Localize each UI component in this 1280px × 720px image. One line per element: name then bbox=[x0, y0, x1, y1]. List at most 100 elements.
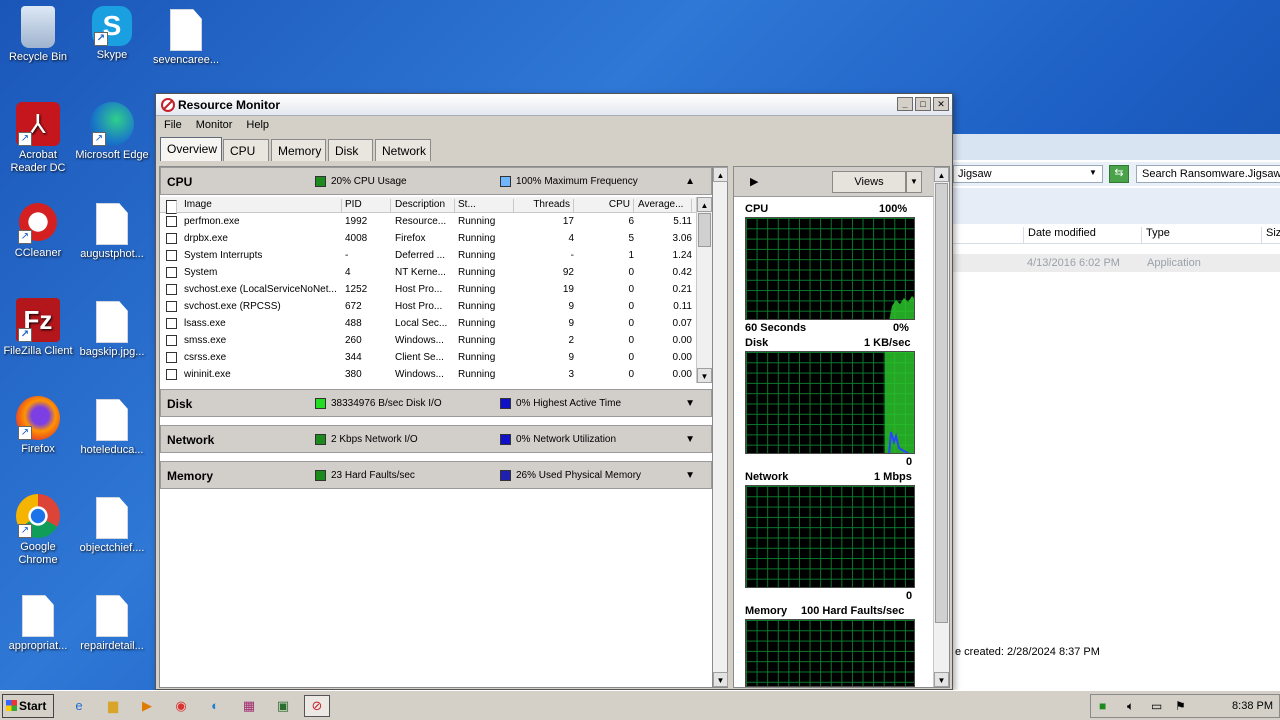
expand-arrow-icon[interactable]: ▼ bbox=[685, 434, 695, 445]
views-button[interactable]: Views bbox=[832, 171, 906, 193]
media-player-icon[interactable]: ▶ bbox=[134, 695, 160, 717]
table-row[interactable]: drpbx.exe 4008 Firefox Running 4 5 3.06 bbox=[160, 230, 700, 247]
scroll-down-icon[interactable]: ▼ bbox=[713, 672, 728, 687]
winrar-icon[interactable]: ▦ bbox=[236, 695, 262, 717]
row-checkbox[interactable] bbox=[166, 352, 177, 363]
column-average[interactable]: Average... bbox=[638, 199, 692, 213]
column-threads[interactable]: Threads bbox=[518, 199, 574, 213]
tab-overview[interactable]: Overview bbox=[160, 137, 222, 161]
row-checkbox[interactable] bbox=[166, 250, 177, 261]
minimize-button[interactable]: _ bbox=[897, 97, 913, 111]
expand-right-icon[interactable]: ▶ bbox=[750, 175, 758, 188]
desktop-icon[interactable]: bagskip.jpg... bbox=[74, 298, 150, 359]
tab-disk[interactable]: Disk bbox=[328, 139, 373, 161]
window-titlebar[interactable]: Resource Monitor _ □ ✕ bbox=[156, 94, 952, 116]
menu-monitor[interactable]: Monitor bbox=[196, 119, 233, 133]
disk-section-header[interactable]: Disk 38334976 B/sec Disk I/O 0% Highest … bbox=[160, 389, 712, 417]
table-row[interactable]: System Interrupts - Deferred ... Running - 1 1… bbox=[160, 247, 700, 264]
desktop-icon[interactable]: ↗ CCleaner bbox=[0, 200, 76, 260]
edge-icon[interactable]: ◐ bbox=[202, 695, 228, 717]
desktop-icon[interactable]: repairdetail... bbox=[74, 592, 150, 653]
column-description[interactable]: Description bbox=[395, 199, 455, 213]
row-checkbox[interactable] bbox=[166, 216, 177, 227]
scroll-up-icon[interactable]: ▲ bbox=[697, 197, 712, 212]
views-dropdown-icon[interactable]: ▼ bbox=[906, 171, 922, 193]
desktop-icon[interactable]: ↗ Google Chrome bbox=[0, 494, 76, 567]
scroll-down-icon[interactable]: ▼ bbox=[697, 368, 712, 383]
column-pid[interactable]: PID bbox=[345, 199, 391, 213]
row-checkbox[interactable] bbox=[166, 369, 177, 380]
table-row[interactable]: svchost.exe (LocalServiceNoNet... 1252 Hos… bbox=[160, 281, 700, 298]
scroll-thumb[interactable] bbox=[935, 183, 948, 623]
select-all-checkbox[interactable] bbox=[166, 200, 177, 214]
resource-monitor-taskbar-icon[interactable]: ⊘ bbox=[304, 695, 330, 717]
table-row[interactable]: lsass.exe 488 Local Sec... Running 9 0 0.07 bbox=[160, 315, 700, 332]
desktop-icon[interactable]: hoteleduca... bbox=[74, 396, 150, 457]
row-checkbox[interactable] bbox=[166, 335, 177, 346]
scroll-up-icon[interactable]: ▲ bbox=[934, 167, 949, 182]
action-center-flag-icon[interactable]: ⚑ bbox=[1175, 699, 1186, 713]
network-tray-icon[interactable]: ▭ bbox=[1151, 699, 1162, 713]
explorer-path-field[interactable]: Jigsaw bbox=[953, 165, 1103, 183]
table-row[interactable]: System 4 NT Kerne... Running 92 0 0.42 bbox=[160, 264, 700, 281]
desktop-icon[interactable]: Recycle Bin bbox=[0, 6, 76, 64]
graphs-scrollbar[interactable]: ▲ ▼ bbox=[933, 167, 949, 687]
resource-monitor-window[interactable]: Resource Monitor _ □ ✕ File Monitor Help… bbox=[155, 93, 953, 690]
table-row[interactable]: csrss.exe 344 Client Se... Running 9 0 0.00 bbox=[160, 349, 700, 366]
internet-explorer-icon[interactable]: e bbox=[66, 695, 92, 717]
row-checkbox[interactable] bbox=[166, 318, 177, 329]
menu-help[interactable]: Help bbox=[246, 119, 269, 133]
refresh-icon[interactable]: ⇆ bbox=[1109, 165, 1129, 183]
column-type[interactable]: Type bbox=[1141, 227, 1170, 243]
desktop-icon[interactable]: S ↗ Skype bbox=[74, 6, 150, 62]
desktop-icon[interactable]: sevencaree... bbox=[148, 6, 224, 67]
expand-arrow-icon[interactable]: ▼ bbox=[685, 470, 695, 481]
volume-icon[interactable]: 🔈︎ bbox=[1127, 699, 1134, 714]
table-row[interactable]: smss.exe 260 Windows... Running 2 0 0.00 bbox=[160, 332, 700, 349]
tab-memory[interactable]: Memory bbox=[271, 139, 326, 161]
row-checkbox[interactable] bbox=[166, 301, 177, 312]
clock[interactable]: 8:38 PM bbox=[1232, 700, 1273, 712]
explorer-window[interactable]: Jigsaw ▼ ⇆ Search Ransomware.Jigsaw Date… bbox=[950, 134, 1280, 690]
collapse-arrow-icon[interactable]: ▲ bbox=[685, 176, 695, 187]
chrome-icon[interactable]: ◉ bbox=[168, 695, 194, 717]
file-explorer-icon[interactable]: ▆ bbox=[100, 695, 126, 717]
desktop-icon[interactable]: Fz ↗ FileZilla Client bbox=[0, 298, 76, 358]
resmon-tray-icon[interactable]: ■ bbox=[1099, 699, 1106, 713]
tab-network[interactable]: Network bbox=[375, 139, 431, 161]
chevron-down-icon[interactable]: ▼ bbox=[1089, 168, 1097, 177]
column-cpu[interactable]: CPU bbox=[578, 199, 634, 213]
task-window-icon[interactable]: ▣ bbox=[270, 695, 296, 717]
table-row[interactable]: wininit.exe 380 Windows... Running 3 0 0.00 bbox=[160, 366, 700, 383]
column-status[interactable]: St... bbox=[458, 199, 514, 213]
desktop-icon[interactable]: objectchief.... bbox=[74, 494, 150, 555]
row-checkbox[interactable] bbox=[166, 267, 177, 278]
column-image[interactable]: Image bbox=[184, 199, 342, 213]
explorer-search-input[interactable]: Search Ransomware.Jigsaw bbox=[1136, 165, 1280, 183]
left-pane-scrollbar[interactable]: ▲ ▼ bbox=[712, 166, 728, 688]
network-section-header[interactable]: Network 2 Kbps Network I/O 0% Network Ut… bbox=[160, 425, 712, 453]
row-checkbox[interactable] bbox=[166, 233, 177, 244]
desktop-icon[interactable]: augustphot... bbox=[74, 200, 150, 261]
column-date-modified[interactable]: Date modified bbox=[1023, 227, 1096, 243]
start-button[interactable]: Start bbox=[2, 694, 54, 718]
table-row[interactable]: perfmon.exe 1992 Resource... Running 17 6 5.11 bbox=[160, 213, 700, 230]
desktop-icon[interactable]: appropriat... bbox=[0, 592, 76, 653]
row-checkbox[interactable] bbox=[166, 284, 177, 295]
memory-section-header[interactable]: Memory 23 Hard Faults/sec 26% Used Physi… bbox=[160, 461, 712, 489]
close-button[interactable]: ✕ bbox=[933, 97, 949, 111]
explorer-file-row[interactable]: 4/13/2016 6:02 PM Application bbox=[951, 254, 1280, 272]
desktop-icon[interactable]: ↗ Microsoft Edge bbox=[74, 102, 150, 162]
cpu-table-scrollbar[interactable]: ▲ ▼ bbox=[696, 197, 712, 383]
tab-cpu[interactable]: CPU bbox=[223, 139, 269, 161]
maximize-button[interactable]: □ bbox=[915, 97, 931, 111]
column-size[interactable]: Size bbox=[1261, 227, 1280, 243]
scroll-up-icon[interactable]: ▲ bbox=[713, 167, 728, 182]
desktop-icon[interactable]: ↗ Firefox bbox=[0, 396, 76, 456]
expand-arrow-icon[interactable]: ▼ bbox=[685, 398, 695, 409]
menu-file[interactable]: File bbox=[164, 119, 182, 133]
desktop-icon[interactable]: ⅄ ↗ Acrobat Reader DC bbox=[0, 102, 76, 175]
scroll-down-icon[interactable]: ▼ bbox=[934, 672, 949, 687]
cpu-section-header[interactable]: CPU 20% CPU Usage 100% Maximum Frequency… bbox=[160, 167, 712, 195]
scroll-thumb[interactable] bbox=[698, 213, 711, 247]
